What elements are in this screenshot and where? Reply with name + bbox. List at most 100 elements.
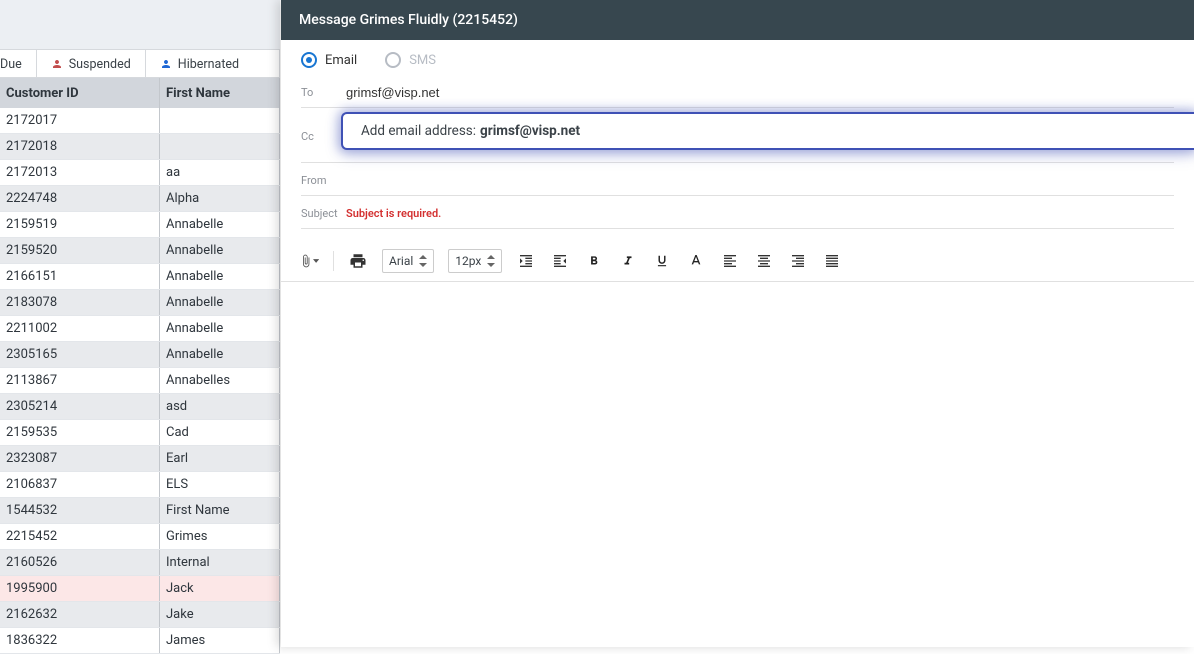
table-row[interactable]: 2160526Internal xyxy=(0,550,280,576)
filter-header-blank xyxy=(0,0,280,50)
cell-first-name: Annabelle xyxy=(160,316,280,341)
align-left-icon xyxy=(722,253,738,269)
radio-selected-icon xyxy=(301,52,317,68)
filter-due-label: Due xyxy=(0,57,22,72)
align-left-button[interactable] xyxy=(720,251,740,271)
align-right-icon xyxy=(790,253,806,269)
cell-first-name: ELS xyxy=(160,472,280,497)
table-row[interactable]: 2215452Grimes xyxy=(0,524,280,550)
caret-down-icon xyxy=(313,257,319,265)
indent-icon xyxy=(552,253,568,269)
compose-title-bar: Message Grimes Fluidly (2215452) xyxy=(281,0,1194,40)
suggestion-prefix: Add email address: xyxy=(361,123,476,139)
filter-tab-suspended[interactable]: Suspended xyxy=(37,50,146,78)
cell-customer-id: 1836322 xyxy=(0,628,160,653)
table-row[interactable]: 2166151Annabelle xyxy=(0,264,280,290)
from-label: From xyxy=(301,174,346,187)
table-row[interactable]: 2172018 xyxy=(0,134,280,160)
compose-panel: Message Grimes Fluidly (2215452) Email S… xyxy=(281,0,1194,647)
cell-customer-id: 1995900 xyxy=(0,576,160,601)
cell-first-name: Cad xyxy=(160,420,280,445)
italic-button[interactable] xyxy=(618,251,638,271)
from-field-row: From xyxy=(301,166,1174,196)
table-row[interactable]: 2305214asd xyxy=(0,394,280,420)
cell-customer-id: 2172017 xyxy=(0,108,160,133)
cell-first-name: Annabelles xyxy=(160,368,280,393)
cell-customer-id: 2162632 xyxy=(0,602,160,627)
table-row[interactable]: 2305165Annabelle xyxy=(0,342,280,368)
table-row[interactable]: 2162632Jake xyxy=(0,602,280,628)
align-right-button[interactable] xyxy=(788,251,808,271)
table-row[interactable]: 2159535Cad xyxy=(0,420,280,446)
cell-customer-id: 2159519 xyxy=(0,212,160,237)
table-row[interactable]: 2211002Annabelle xyxy=(0,316,280,342)
caret-up-down-icon xyxy=(419,255,427,267)
cell-customer-id: 2113867 xyxy=(0,368,160,393)
underline-button[interactable] xyxy=(652,251,672,271)
cell-first-name xyxy=(160,108,280,133)
font-color-button[interactable] xyxy=(686,251,706,271)
cell-first-name: Annabelle xyxy=(160,212,280,237)
table-row[interactable]: 1836322James xyxy=(0,628,280,654)
filter-tab-hibernated[interactable]: Hibernated xyxy=(146,50,280,78)
indent-increase-button[interactable] xyxy=(550,251,570,271)
mode-sms-radio[interactable]: SMS xyxy=(385,52,436,68)
align-center-icon xyxy=(756,253,772,269)
cell-first-name: First Name xyxy=(160,498,280,523)
cell-first-name: Annabelle xyxy=(160,264,280,289)
table-row[interactable]: 2113867Annabelles xyxy=(0,368,280,394)
cell-customer-id: 2183078 xyxy=(0,290,160,315)
table-header-row: Customer ID First Name xyxy=(0,78,280,108)
underline-icon xyxy=(655,254,669,268)
hibernated-person-icon xyxy=(160,58,172,70)
to-label: To xyxy=(301,86,346,99)
table-row[interactable]: 2183078Annabelle xyxy=(0,290,280,316)
table-row[interactable]: 1544532First Name xyxy=(0,498,280,524)
to-input[interactable] xyxy=(346,85,1174,100)
cell-customer-id: 2224748 xyxy=(0,186,160,211)
cell-first-name: Earl xyxy=(160,446,280,471)
table-row[interactable]: 2172017 xyxy=(0,108,280,134)
cell-first-name xyxy=(160,134,280,159)
table-row[interactable]: 1995900Jack xyxy=(0,576,280,602)
font-family-value: Arial xyxy=(389,254,413,268)
cell-customer-id: 2172013 xyxy=(0,160,160,185)
cell-customer-id: 2159535 xyxy=(0,420,160,445)
editor-body[interactable] xyxy=(281,282,1194,582)
print-button[interactable] xyxy=(348,251,368,271)
cell-customer-id: 2305214 xyxy=(0,394,160,419)
compose-title: Message Grimes Fluidly (2215452) xyxy=(299,12,518,28)
attachment-button[interactable] xyxy=(299,251,319,271)
cell-first-name: aa xyxy=(160,160,280,185)
column-header-first-name[interactable]: First Name xyxy=(160,78,280,108)
align-center-button[interactable] xyxy=(754,251,774,271)
table-row[interactable]: 2172013aa xyxy=(0,160,280,186)
font-size-select[interactable]: 12px xyxy=(448,249,502,273)
filter-tab-due[interactable]: Due xyxy=(0,50,37,78)
table-row[interactable]: 2159519Annabelle xyxy=(0,212,280,238)
table-row[interactable]: 2159520Annabelle xyxy=(0,238,280,264)
mode-sms-label: SMS xyxy=(409,53,436,68)
caret-up-down-icon xyxy=(487,255,495,267)
filter-tabs: Due Suspended Hibernated xyxy=(0,50,280,78)
mode-email-label: Email xyxy=(325,53,357,68)
message-mode-row: Email SMS xyxy=(281,40,1194,78)
table-row[interactable]: 2106837ELS xyxy=(0,472,280,498)
column-header-customer-id[interactable]: Customer ID xyxy=(0,78,160,108)
table-row[interactable]: 2323087Earl xyxy=(0,446,280,472)
cell-customer-id: 2159520 xyxy=(0,238,160,263)
cell-customer-id: 2166151 xyxy=(0,264,160,289)
indent-decrease-button[interactable] xyxy=(516,251,536,271)
mode-email-radio[interactable]: Email xyxy=(301,52,357,68)
cell-customer-id: 2106837 xyxy=(0,472,160,497)
font-family-select[interactable]: Arial xyxy=(382,249,434,273)
cell-first-name: Jack xyxy=(160,576,280,601)
table-row[interactable]: 2224748Alpha xyxy=(0,186,280,212)
cell-first-name: Annabelle xyxy=(160,342,280,367)
bold-button[interactable] xyxy=(584,251,604,271)
email-autocomplete-suggestion[interactable]: Add email address: grimsf@visp.net xyxy=(341,112,1194,150)
align-justify-button[interactable] xyxy=(822,251,842,271)
from-input[interactable] xyxy=(346,173,1174,188)
cell-customer-id: 2323087 xyxy=(0,446,160,471)
cell-customer-id: 2305165 xyxy=(0,342,160,367)
